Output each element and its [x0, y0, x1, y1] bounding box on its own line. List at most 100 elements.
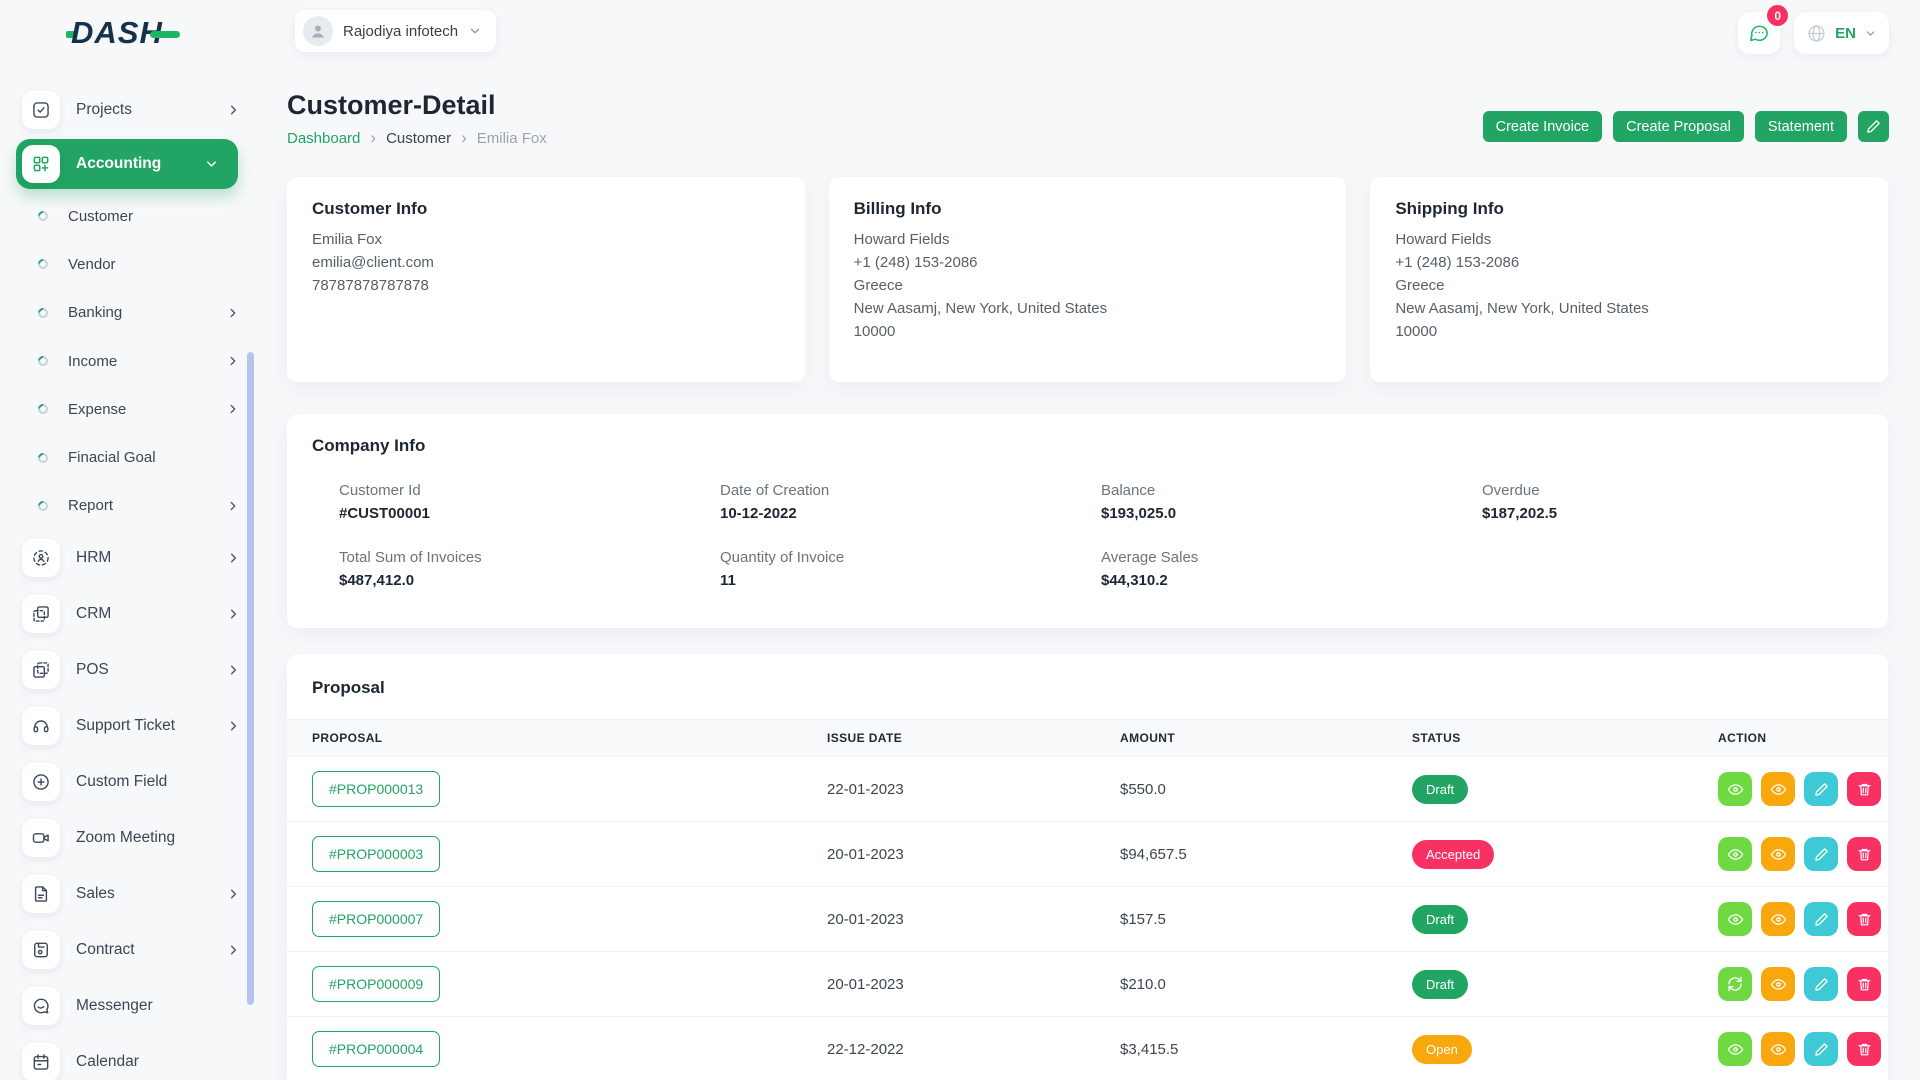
status-badge: Accepted: [1412, 840, 1494, 869]
chevron-right-icon: [226, 551, 241, 566]
sidebar-item-accounting[interactable]: Accounting: [16, 139, 238, 189]
customer-email: emilia@client.com: [312, 254, 780, 271]
status-badge: Draft: [1412, 970, 1468, 999]
sidebar-item-banking[interactable]: Banking: [16, 289, 262, 337]
view-button[interactable]: [1718, 1032, 1752, 1066]
sidebar-item-label: Report: [68, 497, 113, 514]
delete-button[interactable]: [1847, 902, 1881, 936]
bullet-icon: [36, 451, 50, 465]
breadcrumb-customer-link[interactable]: Customer: [386, 130, 451, 147]
eye-icon: [1770, 1041, 1787, 1058]
eye-icon: [1727, 1041, 1744, 1058]
edit-button[interactable]: [1804, 967, 1838, 1001]
accounting-submenu: Customer Vendor Banking Income Expense F…: [16, 192, 262, 530]
messages-button[interactable]: 0: [1738, 12, 1780, 54]
chevron-right-icon: [226, 607, 241, 622]
workspace-name: Rajodiya infotech: [343, 23, 458, 40]
sidebar-item-projects[interactable]: Projects: [16, 84, 262, 136]
breadcrumb-dashboard-link[interactable]: Dashboard: [287, 130, 360, 147]
bullet-icon: [36, 257, 50, 271]
sidebar-item-zoom-meeting[interactable]: Zoom Meeting: [16, 810, 262, 866]
accounting-grid-icon: [22, 145, 60, 183]
chevron-right-icon: [226, 887, 241, 902]
sidebar-item-crm[interactable]: CRM: [16, 586, 262, 642]
view-button[interactable]: [1718, 772, 1752, 806]
proposal-id-link[interactable]: #PROP000004: [312, 1031, 440, 1067]
sidebar-item-expense[interactable]: Expense: [16, 385, 262, 433]
workspace-selector[interactable]: Rajodiya infotech: [295, 10, 496, 52]
sidebar-item-custom-field[interactable]: Custom Field: [16, 754, 262, 810]
delete-button[interactable]: [1847, 837, 1881, 871]
headphones-icon: [22, 707, 60, 745]
globe-icon: [1806, 23, 1827, 44]
preview-button[interactable]: [1761, 1032, 1795, 1066]
chevron-right-icon: [226, 663, 241, 678]
sidebar-item-sales[interactable]: Sales: [16, 866, 262, 922]
sidebar-item-report[interactable]: Report: [16, 482, 262, 530]
create-invoice-button[interactable]: Create Invoice: [1483, 111, 1603, 142]
amount-cell: $94,657.5: [1120, 846, 1412, 863]
trash-icon: [1857, 782, 1872, 797]
view-button[interactable]: [1718, 902, 1752, 936]
sidebar-item-support-ticket[interactable]: Support Ticket: [16, 698, 262, 754]
sidebar-item-messenger[interactable]: Messenger: [16, 978, 262, 1034]
column-header-issue-date: ISSUE DATE: [827, 731, 1120, 745]
sidebar-scrollbar[interactable]: [247, 352, 254, 1005]
convert-to-invoice-button[interactable]: [1718, 967, 1752, 1001]
amount-cell: $550.0: [1120, 781, 1412, 798]
shipping-name: Howard Fields: [1395, 231, 1863, 248]
preview-button[interactable]: [1761, 837, 1795, 871]
sidebar-item-label: Messenger: [76, 997, 153, 1015]
sidebar-item-finacial-goal[interactable]: Finacial Goal: [16, 433, 262, 481]
pencil-icon: [1814, 847, 1829, 862]
proposal-id-link[interactable]: #PROP000009: [312, 966, 440, 1002]
language-selector[interactable]: EN: [1794, 12, 1889, 54]
company-info-grid: Customer Id #CUST00001 Date of Creation …: [339, 482, 1863, 589]
sidebar-item-label: Custom Field: [76, 773, 167, 791]
preview-button[interactable]: [1761, 967, 1795, 1001]
row-actions: [1718, 837, 1888, 871]
preview-button[interactable]: [1761, 902, 1795, 936]
sidebar-item-customer[interactable]: Customer: [16, 192, 262, 240]
edit-button[interactable]: [1804, 837, 1838, 871]
sidebar-item-label: CRM: [76, 605, 111, 623]
proposal-id-link[interactable]: #PROP000013: [312, 771, 440, 807]
proposal-id-link[interactable]: #PROP000003: [312, 836, 440, 872]
statement-button[interactable]: Statement: [1755, 111, 1847, 142]
edit-button[interactable]: [1804, 772, 1838, 806]
card-title: Billing Info: [854, 199, 1322, 219]
pos-icon: [22, 651, 60, 689]
issue-date-cell: 22-12-2022: [827, 1041, 1120, 1058]
field-overdue: Overdue $187,202.5: [1482, 482, 1863, 522]
sidebar-item-contract[interactable]: Contract: [16, 922, 262, 978]
sidebar-item-income[interactable]: Income: [16, 337, 262, 385]
bullet-icon: [36, 402, 50, 416]
customer-info-card: Customer Info Emilia Fox emilia@client.c…: [287, 177, 805, 382]
column-header-proposal: PROPOSAL: [312, 731, 827, 745]
sidebar-item-pos[interactable]: POS: [16, 642, 262, 698]
info-cards-row: Customer Info Emilia Fox emilia@client.c…: [287, 177, 1904, 382]
view-button[interactable]: [1718, 837, 1752, 871]
proposal-table-header: PROPOSAL ISSUE DATE AMOUNT STATUS ACTION: [287, 719, 1888, 757]
topbar-actions: 0 EN: [1738, 12, 1889, 54]
edit-button[interactable]: [1804, 902, 1838, 936]
proposal-section-title: Proposal: [287, 678, 1888, 698]
sidebar-item-vendor[interactable]: Vendor: [16, 240, 262, 288]
delete-button[interactable]: [1847, 967, 1881, 1001]
pencil-icon: [1814, 782, 1829, 797]
create-proposal-button[interactable]: Create Proposal: [1613, 111, 1744, 142]
proposal-id-link[interactable]: #PROP000007: [312, 901, 440, 937]
sidebar-item-hrm[interactable]: HRM: [16, 530, 262, 586]
delete-button[interactable]: [1847, 772, 1881, 806]
edit-button[interactable]: [1804, 1032, 1838, 1066]
delete-button[interactable]: [1847, 1032, 1881, 1066]
issue-date-cell: 20-01-2023: [827, 846, 1120, 863]
field-average-sales: Average Sales $44,310.2: [1101, 549, 1482, 589]
edit-customer-button[interactable]: [1858, 111, 1889, 142]
sidebar-item-label: Zoom Meeting: [76, 829, 175, 847]
proposal-card: Proposal PROPOSAL ISSUE DATE AMOUNT STAT…: [287, 654, 1888, 1080]
preview-button[interactable]: [1761, 772, 1795, 806]
sidebar-item-label: Support Ticket: [76, 717, 175, 735]
sidebar-item-calendar[interactable]: Calendar: [16, 1034, 262, 1080]
user-icon: [308, 21, 328, 41]
